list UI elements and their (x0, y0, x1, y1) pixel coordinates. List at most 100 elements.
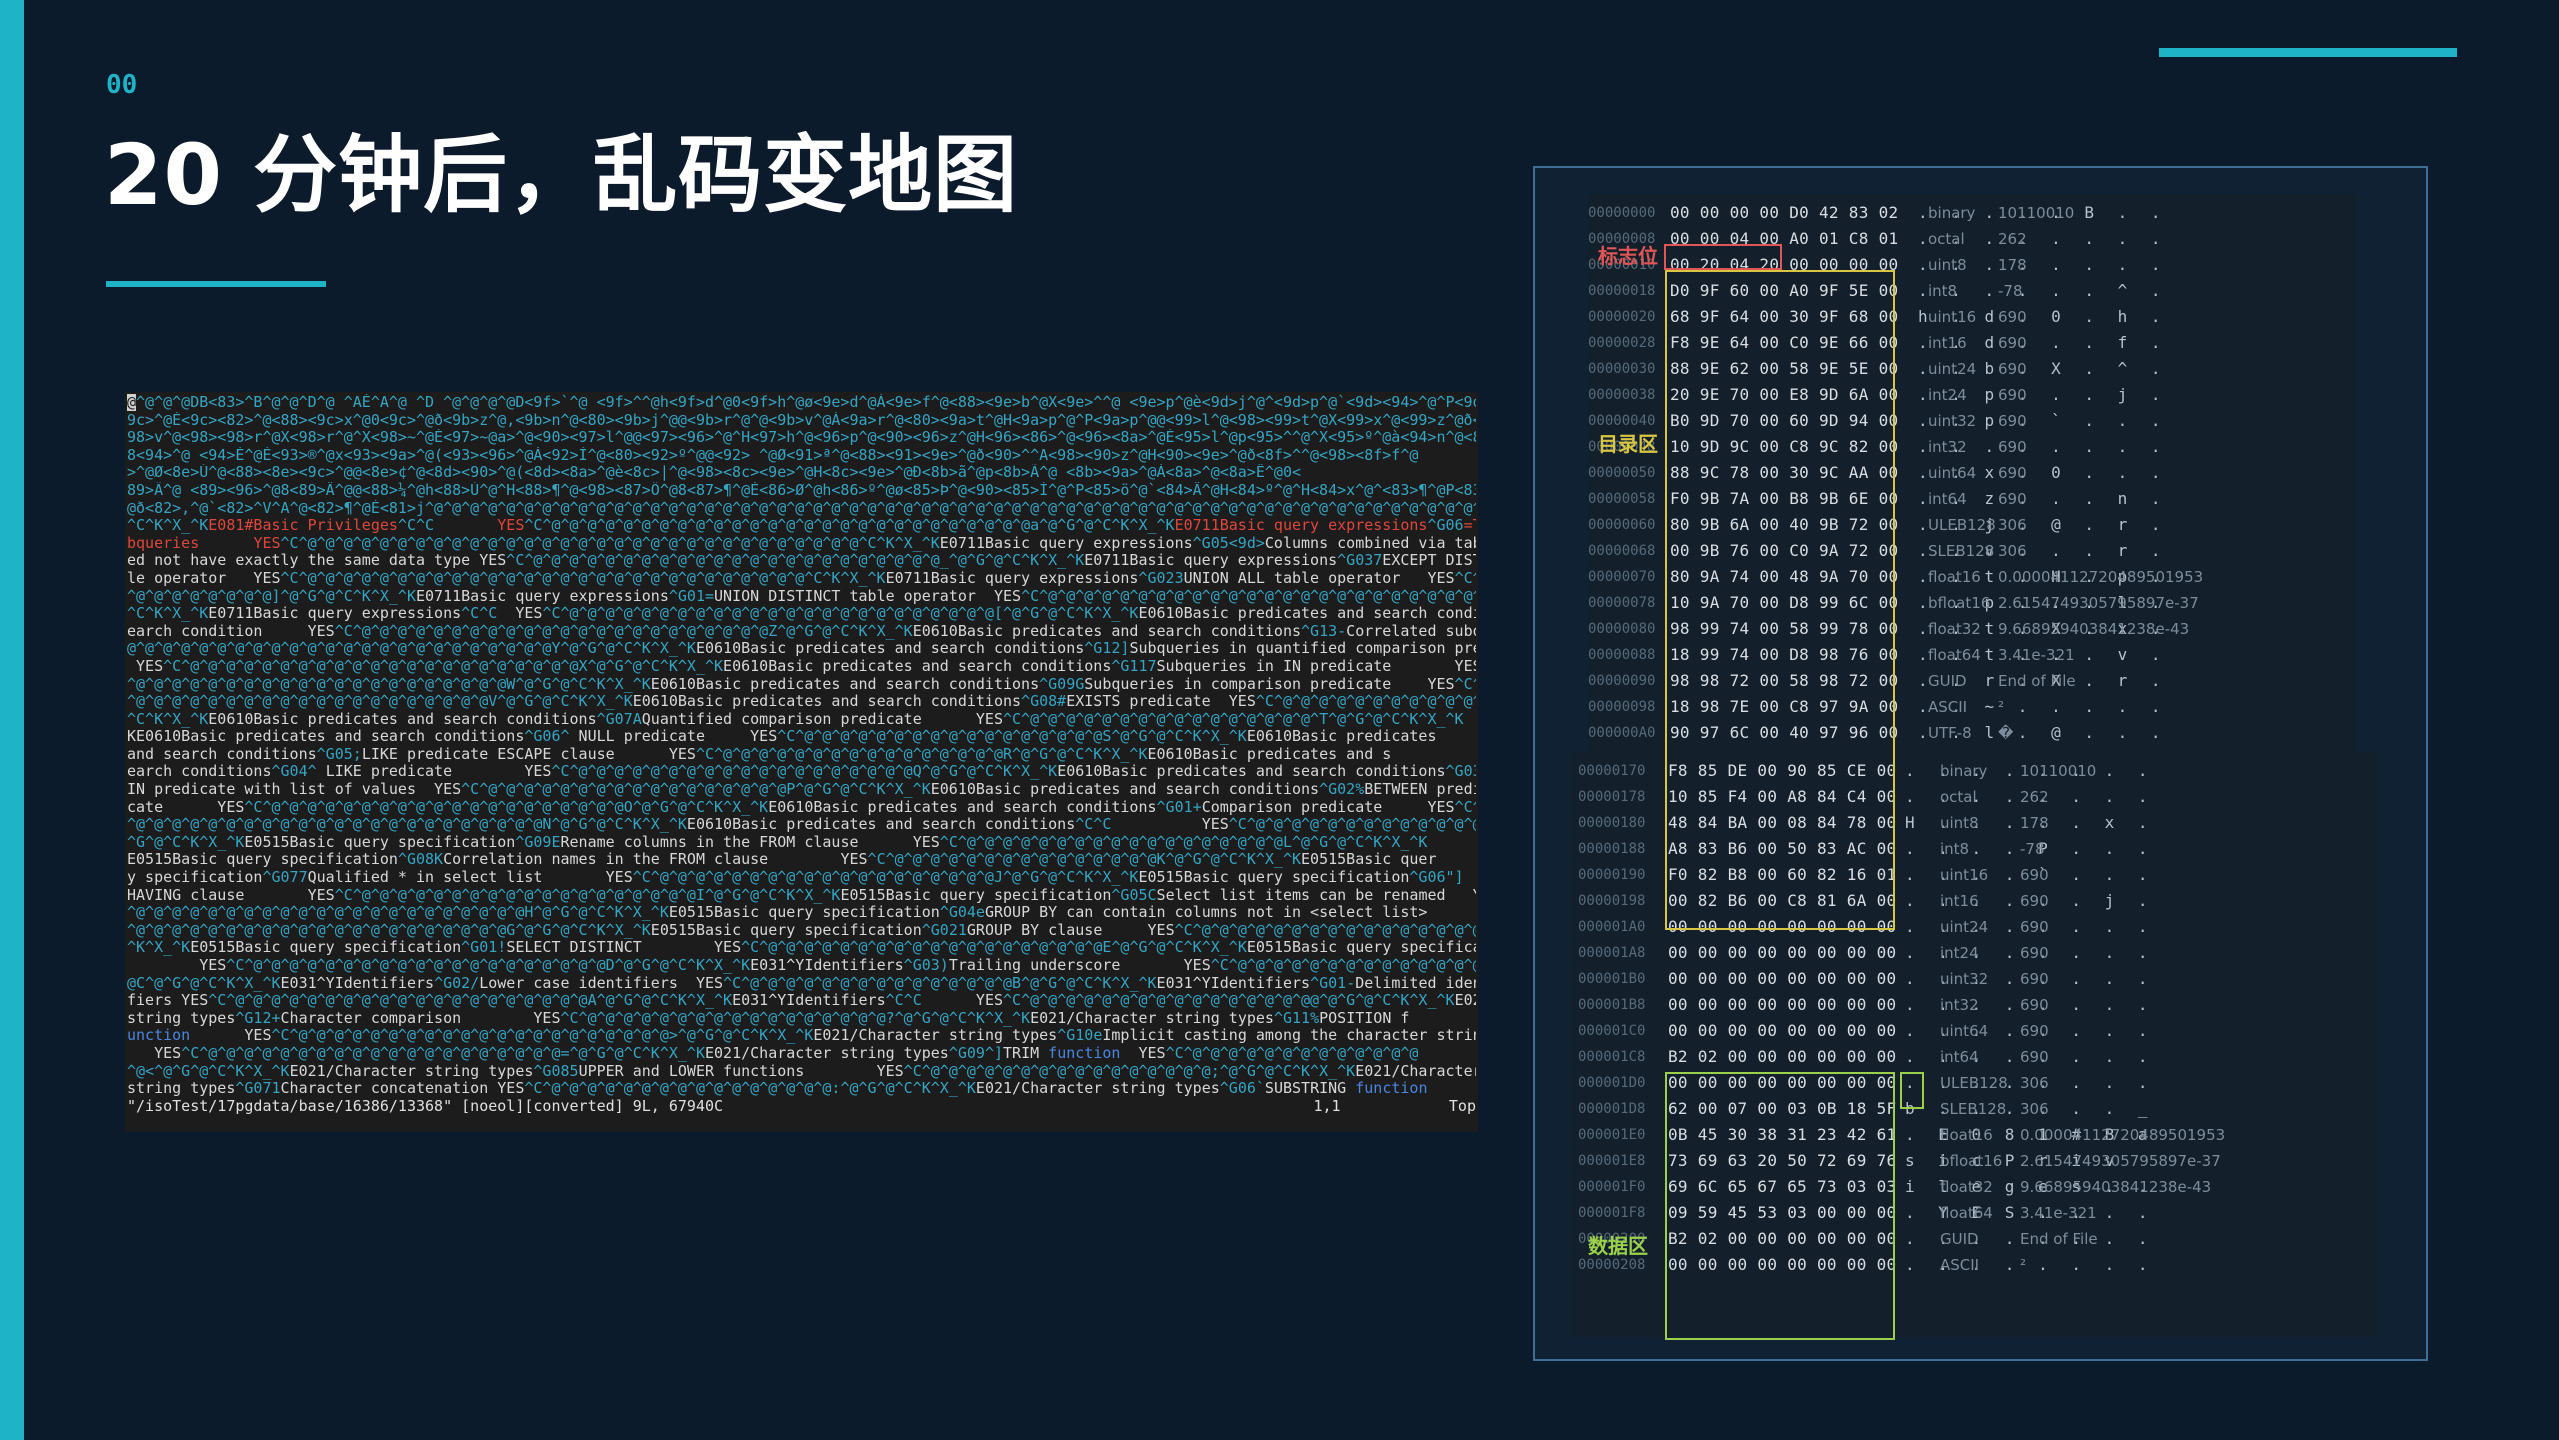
hex-row[interactable]: 000001B8 00 00 00 00 00 00 00 00. . . . .… (1570, 992, 2376, 1018)
hex-offset: 00000090 (1588, 673, 1656, 689)
terminal-text-segment: ^C^@^@^@^@^@^@^@^@^@^@^@^@^@^@^@^@^@^@^@… (334, 886, 841, 904)
terminal-text-segment: UNION DISTINCT table operator YES (714, 587, 1022, 605)
hex-row[interactable]: 000001B0 00 00 00 00 00 00 00 00. . . . .… (1570, 966, 2376, 992)
terminal-text-segment: E031^YIdentifiers (1156, 974, 1311, 992)
inspector-type: float32 (1940, 1178, 1993, 1196)
inspector-value: ² (2020, 1256, 2027, 1274)
inspector-value: 690 (2020, 892, 2049, 910)
hex-offset: 00000198 (1578, 893, 1646, 909)
inspector-type: float16 (1928, 568, 1981, 586)
terminal-text-segment: ^@^@^@^@^@^@^@^@^@^@^@^@^@^@^@^@^@^@^@^@… (127, 904, 669, 922)
terminal-text-segment: ^C^@^@^@^@^@^@^@^@^@^@^@^@^@^@^@^@^@^@^@… (1228, 816, 1476, 834)
terminal-text-segment: SUBSTRING (1264, 1080, 1356, 1098)
terminal-text-segment: E0515Basic query specification (650, 921, 922, 939)
terminal-text-segment: ^G085 (533, 1062, 579, 1080)
inspector-value: 690 (1998, 438, 2027, 456)
terminal-text-segment: ^G09G (1039, 675, 1085, 693)
inspector-type: int8 (1940, 840, 1970, 858)
inspector-value: ² (1998, 698, 2005, 716)
terminal-text-segment: E0610Basic predicates and search conditi… (723, 657, 1112, 675)
terminal-line: cate YES^C^@^@^@^@^@^@^@^@^@^@^@^@^@^@^@… (127, 799, 1476, 817)
terminal-text-segment: E0515Basic query specification (190, 939, 462, 957)
inspector-value: 690 (2020, 1048, 2049, 1066)
hex-row[interactable]: 00000000 00 00 00 00 D0 42 83 02. . . . .… (1588, 200, 2356, 226)
terminal-text-segment: YES (975, 992, 1004, 1010)
hex-offset: 000000A0 (1588, 725, 1656, 741)
terminal-text-segment: ^G12] (1084, 640, 1130, 658)
terminal-text-segment: E0610Basic predicates and search conditi… (768, 798, 1157, 816)
terminal-text-segment: YES (253, 534, 281, 552)
terminal-text-segment: ^G06^ (524, 728, 579, 746)
inspector-value: 3.41e-321 (1998, 646, 2075, 664)
terminal-text-segment: ^C^@^@^@^@^@^@^@^@^@^@^@^@^@^@^@B^@^G^@^… (723, 974, 1157, 992)
terminal-text-segment: YES (127, 1044, 182, 1062)
terminal-text-segment: ^G01- (1310, 974, 1356, 992)
hex-offset: 000001A0 (1578, 919, 1646, 935)
terminal-line: @^@^@^@DB<83>^B^@^@^D^@ ^AÈ^A^@ ^D ^@^@^… (127, 394, 1476, 412)
terminal-text-segment: ^G05; (316, 745, 362, 763)
terminal-text-segment: ^C^@^@^@^@ (1454, 798, 1476, 816)
terminal-text-segment: ed not have exactly the same data type Y… (127, 552, 507, 570)
inspector-type: int16 (1940, 892, 1979, 910)
terminal-text-segment: ^C^@^@^@^@^@^@^@^@^@^@^@^@^@^@^@^@^@P^@^… (461, 781, 931, 799)
section-number: 00 (106, 70, 138, 100)
terminal-text-segment: POSITION f (1319, 1009, 1410, 1027)
terminal-line: 98>v^@<98><98>r^@X<98>r^@^X<98>~^@È<97>~… (127, 429, 1476, 447)
inspector-type: ASCII (1940, 1256, 1980, 1274)
terminal-window[interactable]: @^@^@^@DB<83>^B^@^@^D^@ ^AÈ^A^@ ^D ^@^@^… (125, 392, 1478, 1132)
hex-row[interactable]: 000001A8 00 00 00 00 00 00 00 00. . . . .… (1570, 940, 2376, 966)
hex-row[interactable]: 000001C0 00 00 00 00 00 00 00 00. . . . .… (1570, 1018, 2376, 1044)
terminal-text-segment: ^C^@^@^@^@^@^@^@^@^@^@^@^@^@^@^@^@^@^@^@… (741, 939, 1247, 957)
terminal-text-segment: ^G13- (1301, 622, 1347, 640)
inspector-type: int24 (1928, 386, 1967, 404)
terminal-text-segment: E0711Basic query expressions (1084, 552, 1338, 570)
terminal-text-segment: YES (190, 1027, 272, 1045)
terminal-text-segment: Lower case identifiers YES (479, 974, 724, 992)
hex-offset: 000001F8 (1578, 1205, 1646, 1221)
inspector-type: bfloat16 (1940, 1152, 2003, 1170)
hex-bytes: 00 00 00 00 00 00 00 00 (1668, 969, 1897, 988)
terminal-text-segment: fiers YES (127, 992, 209, 1010)
inspector-type: uint8 (1928, 256, 1967, 274)
terminal-text-segment: and search conditions (127, 745, 317, 763)
terminal-text-segment: Subqueries in IN predicate YES (1156, 657, 1476, 675)
terminal-line: @C^@^G^@^C^K^X_^KE031^YIdentifiers^G02/L… (127, 975, 1476, 993)
terminal-line: ^@^@^@^@^@^@^@^@^@^@^@^@^@^@^@^@^@^@^@^@… (127, 693, 1476, 711)
hex-bytes: 00 00 00 00 00 00 00 00 (1668, 943, 1897, 962)
inspector-type: SLEB128 (1940, 1100, 2007, 1118)
terminal-text-segment: LIKE predicate ESCAPE clause YES (361, 745, 696, 763)
inspector-value: 0.00004112720489501953 (1998, 568, 2204, 586)
hex-offset: 00000020 (1588, 309, 1656, 325)
data-highlight-box (1665, 1072, 1895, 1340)
inspector-value: 690 (1998, 360, 2027, 378)
terminal-text-segment: ^C^@^@^@^@^@^@^@^@^@^@^@^@^@^@^@^@^@^@^@… (1210, 957, 1476, 974)
terminal-text-segment: Comparison predicate YES (1201, 798, 1455, 816)
terminal-text-segment: Rename columns in the FROM clause YES (560, 833, 940, 851)
terminal-content: @^@^@^@DB<83>^B^@^@^D^@ ^AÈ^A^@ ^D ^@^@^… (127, 394, 1476, 1098)
inspector-type: bfloat16 (1928, 594, 1991, 612)
terminal-text-segment: E021/Character string types (1030, 1009, 1274, 1027)
terminal-line: YES^C^@^@^@^@^@^@^@^@^@^@^@^@^@^@^@^@^@^… (127, 658, 1476, 676)
terminal-text-segment: ^C^@^@^@^@^@^@^@^@^@^@^@^@^@^@^@^@^@^@^@… (506, 552, 1085, 570)
terminal-text-segment: E0610Basic predicates and search conditi… (686, 816, 1076, 834)
terminal-line: ^@<^@^G^@^C^K^X_^KE021/Character string … (127, 1063, 1476, 1081)
terminal-text-segment: ^G08K (397, 851, 444, 869)
hex-bytes: 00 00 00 00 00 00 00 00 (1668, 1021, 1897, 1040)
inspector-value: 690 (1998, 334, 2027, 352)
status-cursor-area: 1,1 Top (1313, 1098, 1476, 1116)
hex-offset: 00000178 (1578, 789, 1646, 805)
inspector-value: 9.668959403841238e-43 (1998, 620, 2190, 638)
directory-zone-label: 目录区 (1598, 432, 1658, 456)
inspector-type: GUID (1940, 1230, 1979, 1248)
terminal-text-segment: ^@<^@^G^@^C^K^X_^K (127, 1062, 290, 1080)
inspector-value: 262 (2020, 788, 2049, 806)
terminal-text-segment: ^C^@^@^@^@^@^@^@^@^@^@^@^@^@^@^@^@^@^@^@… (1021, 587, 1476, 605)
terminal-text-segment: Character concatenation YES (280, 1080, 525, 1098)
terminal-text-segment: YES (497, 517, 525, 535)
terminal-text-segment: BETWEEN predi (1364, 781, 1476, 799)
hex-row[interactable]: 000001C8 B2 02 00 00 00 00 00 00. . . . .… (1570, 1044, 2376, 1070)
inspector-type: UTF-8 (1928, 724, 1972, 742)
text-cursor: @ (127, 394, 137, 411)
terminal-text-segment: ^@^@^@^@^@^@^@^@^@^@^@^@^@^@^@^@^@^@^@^@… (127, 921, 651, 939)
